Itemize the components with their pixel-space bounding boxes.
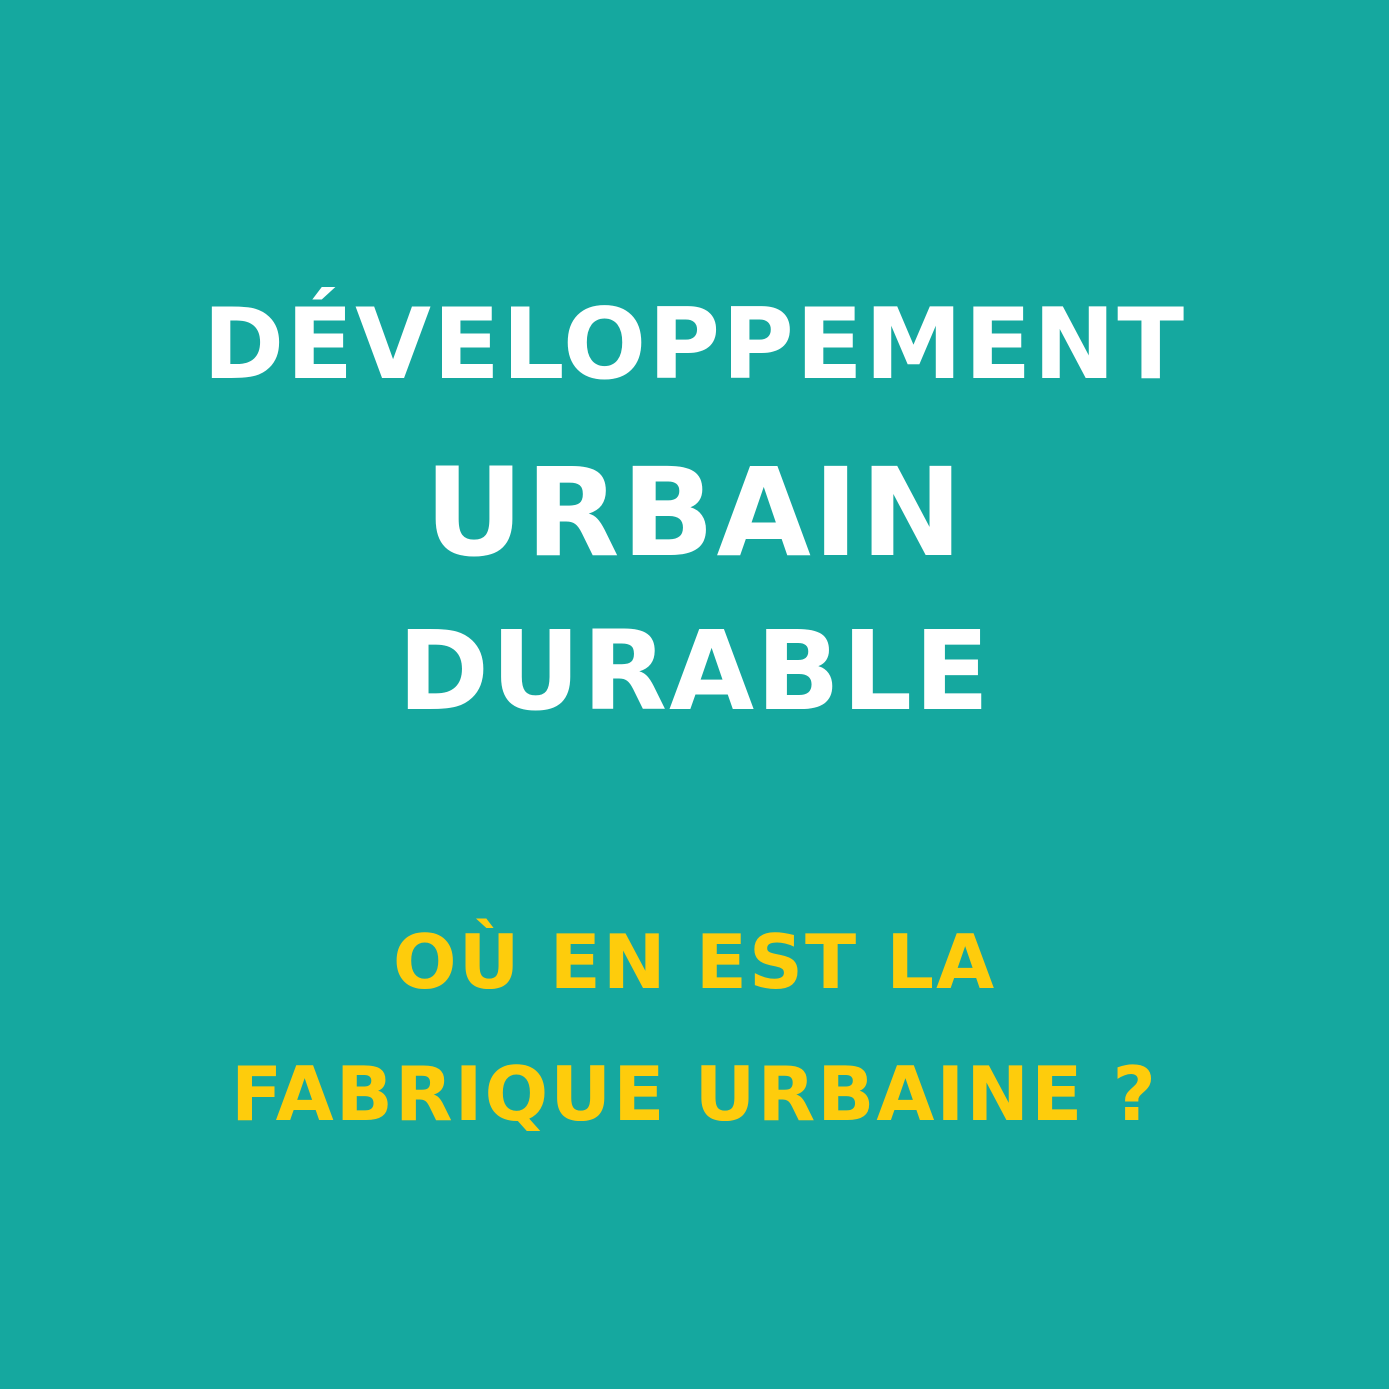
cover-canvas: DÉVELOPPEMENT URBAIN DURABLE OÙ EN EST L… bbox=[0, 0, 1389, 1389]
title-line-developpement: DÉVELOPPEMENT bbox=[202, 288, 1187, 402]
title-line-durable: DURABLE bbox=[397, 607, 992, 735]
subtitle-line-1: OÙ EN EST LA bbox=[392, 918, 997, 1006]
subtitle-line-2: FABRIQUE URBAINE ? bbox=[231, 1050, 1158, 1138]
title-line-urbain: URBAIN bbox=[424, 442, 965, 584]
